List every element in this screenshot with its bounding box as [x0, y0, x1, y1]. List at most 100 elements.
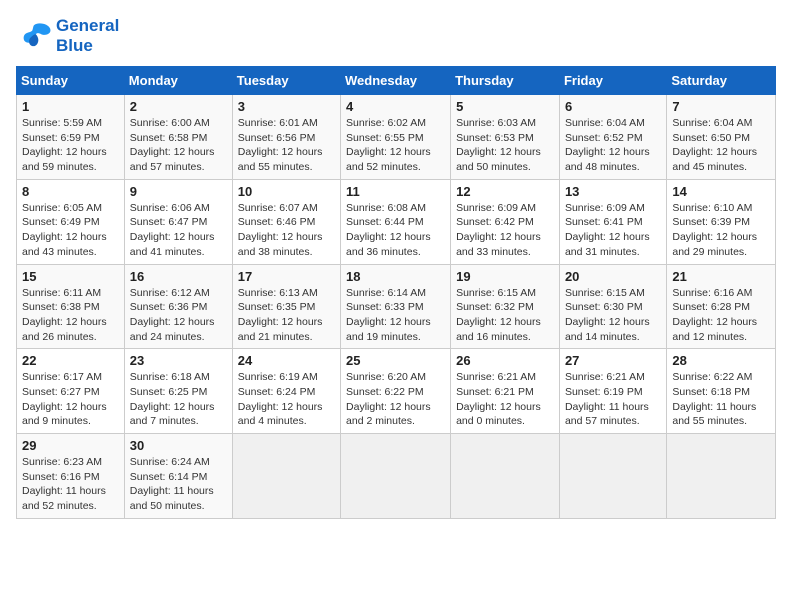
day-number: 8 — [22, 184, 119, 199]
day-info: Sunrise: 6:15 AMSunset: 6:32 PMDaylight:… — [456, 286, 554, 345]
day-number: 19 — [456, 269, 554, 284]
week-row-4: 22 Sunrise: 6:17 AMSunset: 6:27 PMDaylig… — [17, 349, 776, 434]
logo: General Blue — [16, 16, 119, 56]
day-cell: 20 Sunrise: 6:15 AMSunset: 6:30 PMDaylig… — [559, 264, 666, 349]
day-cell: 18 Sunrise: 6:14 AMSunset: 6:33 PMDaylig… — [341, 264, 451, 349]
day-info: Sunrise: 6:15 AMSunset: 6:30 PMDaylight:… — [565, 286, 661, 345]
day-number: 15 — [22, 269, 119, 284]
day-number: 13 — [565, 184, 661, 199]
day-cell: 23 Sunrise: 6:18 AMSunset: 6:25 PMDaylig… — [124, 349, 232, 434]
day-cell: 21 Sunrise: 6:16 AMSunset: 6:28 PMDaylig… — [667, 264, 776, 349]
day-cell: 6 Sunrise: 6:04 AMSunset: 6:52 PMDayligh… — [559, 95, 666, 180]
day-info: Sunrise: 6:04 AMSunset: 6:50 PMDaylight:… — [672, 116, 770, 175]
day-info: Sunrise: 6:16 AMSunset: 6:28 PMDaylight:… — [672, 286, 770, 345]
day-cell: 30 Sunrise: 6:24 AMSunset: 6:14 PMDaylig… — [124, 434, 232, 519]
day-info: Sunrise: 6:21 AMSunset: 6:19 PMDaylight:… — [565, 370, 661, 429]
header-cell-sunday: Sunday — [17, 67, 125, 95]
day-cell: 16 Sunrise: 6:12 AMSunset: 6:36 PMDaylig… — [124, 264, 232, 349]
header-cell-wednesday: Wednesday — [341, 67, 451, 95]
day-cell: 17 Sunrise: 6:13 AMSunset: 6:35 PMDaylig… — [232, 264, 340, 349]
day-info: Sunrise: 6:11 AMSunset: 6:38 PMDaylight:… — [22, 286, 119, 345]
day-number: 17 — [238, 269, 335, 284]
day-number: 1 — [22, 99, 119, 114]
day-number: 20 — [565, 269, 661, 284]
day-number: 30 — [130, 438, 227, 453]
day-info: Sunrise: 6:23 AMSunset: 6:16 PMDaylight:… — [22, 455, 119, 514]
day-cell: 11 Sunrise: 6:08 AMSunset: 6:44 PMDaylig… — [341, 179, 451, 264]
day-number: 24 — [238, 353, 335, 368]
day-number: 27 — [565, 353, 661, 368]
day-info: Sunrise: 6:08 AMSunset: 6:44 PMDaylight:… — [346, 201, 445, 260]
day-number: 25 — [346, 353, 445, 368]
day-info: Sunrise: 6:22 AMSunset: 6:18 PMDaylight:… — [672, 370, 770, 429]
day-cell: 15 Sunrise: 6:11 AMSunset: 6:38 PMDaylig… — [17, 264, 125, 349]
week-row-1: 1 Sunrise: 5:59 AMSunset: 6:59 PMDayligh… — [17, 95, 776, 180]
day-cell — [451, 434, 560, 519]
day-info: Sunrise: 6:06 AMSunset: 6:47 PMDaylight:… — [130, 201, 227, 260]
day-cell: 28 Sunrise: 6:22 AMSunset: 6:18 PMDaylig… — [667, 349, 776, 434]
day-number: 10 — [238, 184, 335, 199]
day-number: 18 — [346, 269, 445, 284]
day-cell: 19 Sunrise: 6:15 AMSunset: 6:32 PMDaylig… — [451, 264, 560, 349]
day-info: Sunrise: 6:24 AMSunset: 6:14 PMDaylight:… — [130, 455, 227, 514]
day-number: 5 — [456, 99, 554, 114]
header-cell-friday: Friday — [559, 67, 666, 95]
day-number: 29 — [22, 438, 119, 453]
day-number: 14 — [672, 184, 770, 199]
day-number: 16 — [130, 269, 227, 284]
day-cell: 22 Sunrise: 6:17 AMSunset: 6:27 PMDaylig… — [17, 349, 125, 434]
day-info: Sunrise: 6:03 AMSunset: 6:53 PMDaylight:… — [456, 116, 554, 175]
day-cell: 7 Sunrise: 6:04 AMSunset: 6:50 PMDayligh… — [667, 95, 776, 180]
day-info: Sunrise: 6:01 AMSunset: 6:56 PMDaylight:… — [238, 116, 335, 175]
day-cell: 3 Sunrise: 6:01 AMSunset: 6:56 PMDayligh… — [232, 95, 340, 180]
day-info: Sunrise: 6:12 AMSunset: 6:36 PMDaylight:… — [130, 286, 227, 345]
day-cell — [667, 434, 776, 519]
day-number: 3 — [238, 99, 335, 114]
day-cell: 9 Sunrise: 6:06 AMSunset: 6:47 PMDayligh… — [124, 179, 232, 264]
day-number: 6 — [565, 99, 661, 114]
day-cell — [559, 434, 666, 519]
day-info: Sunrise: 6:18 AMSunset: 6:25 PMDaylight:… — [130, 370, 227, 429]
week-row-2: 8 Sunrise: 6:05 AMSunset: 6:49 PMDayligh… — [17, 179, 776, 264]
day-number: 9 — [130, 184, 227, 199]
day-number: 12 — [456, 184, 554, 199]
day-cell: 13 Sunrise: 6:09 AMSunset: 6:41 PMDaylig… — [559, 179, 666, 264]
day-cell: 5 Sunrise: 6:03 AMSunset: 6:53 PMDayligh… — [451, 95, 560, 180]
day-cell — [232, 434, 340, 519]
day-info: Sunrise: 6:13 AMSunset: 6:35 PMDaylight:… — [238, 286, 335, 345]
day-info: Sunrise: 6:09 AMSunset: 6:41 PMDaylight:… — [565, 201, 661, 260]
day-cell: 2 Sunrise: 6:00 AMSunset: 6:58 PMDayligh… — [124, 95, 232, 180]
day-info: Sunrise: 6:04 AMSunset: 6:52 PMDaylight:… — [565, 116, 661, 175]
day-number: 28 — [672, 353, 770, 368]
day-info: Sunrise: 6:19 AMSunset: 6:24 PMDaylight:… — [238, 370, 335, 429]
week-row-3: 15 Sunrise: 6:11 AMSunset: 6:38 PMDaylig… — [17, 264, 776, 349]
day-number: 21 — [672, 269, 770, 284]
day-info: Sunrise: 6:09 AMSunset: 6:42 PMDaylight:… — [456, 201, 554, 260]
day-number: 26 — [456, 353, 554, 368]
day-info: Sunrise: 6:05 AMSunset: 6:49 PMDaylight:… — [22, 201, 119, 260]
day-info: Sunrise: 6:21 AMSunset: 6:21 PMDaylight:… — [456, 370, 554, 429]
day-info: Sunrise: 6:07 AMSunset: 6:46 PMDaylight:… — [238, 201, 335, 260]
logo-icon — [16, 21, 52, 51]
week-row-5: 29 Sunrise: 6:23 AMSunset: 6:16 PMDaylig… — [17, 434, 776, 519]
day-cell: 8 Sunrise: 6:05 AMSunset: 6:49 PMDayligh… — [17, 179, 125, 264]
header-cell-monday: Monday — [124, 67, 232, 95]
day-cell: 29 Sunrise: 6:23 AMSunset: 6:16 PMDaylig… — [17, 434, 125, 519]
day-number: 22 — [22, 353, 119, 368]
day-number: 4 — [346, 99, 445, 114]
page-header: General Blue — [16, 16, 776, 56]
day-cell: 25 Sunrise: 6:20 AMSunset: 6:22 PMDaylig… — [341, 349, 451, 434]
day-cell: 27 Sunrise: 6:21 AMSunset: 6:19 PMDaylig… — [559, 349, 666, 434]
day-info: Sunrise: 6:00 AMSunset: 6:58 PMDaylight:… — [130, 116, 227, 175]
day-cell: 14 Sunrise: 6:10 AMSunset: 6:39 PMDaylig… — [667, 179, 776, 264]
day-cell: 26 Sunrise: 6:21 AMSunset: 6:21 PMDaylig… — [451, 349, 560, 434]
header-row: SundayMondayTuesdayWednesdayThursdayFrid… — [17, 67, 776, 95]
day-cell: 12 Sunrise: 6:09 AMSunset: 6:42 PMDaylig… — [451, 179, 560, 264]
logo-text: General Blue — [56, 16, 119, 56]
day-info: Sunrise: 5:59 AMSunset: 6:59 PMDaylight:… — [22, 116, 119, 175]
day-info: Sunrise: 6:14 AMSunset: 6:33 PMDaylight:… — [346, 286, 445, 345]
day-number: 7 — [672, 99, 770, 114]
day-info: Sunrise: 6:02 AMSunset: 6:55 PMDaylight:… — [346, 116, 445, 175]
day-cell: 4 Sunrise: 6:02 AMSunset: 6:55 PMDayligh… — [341, 95, 451, 180]
day-number: 11 — [346, 184, 445, 199]
